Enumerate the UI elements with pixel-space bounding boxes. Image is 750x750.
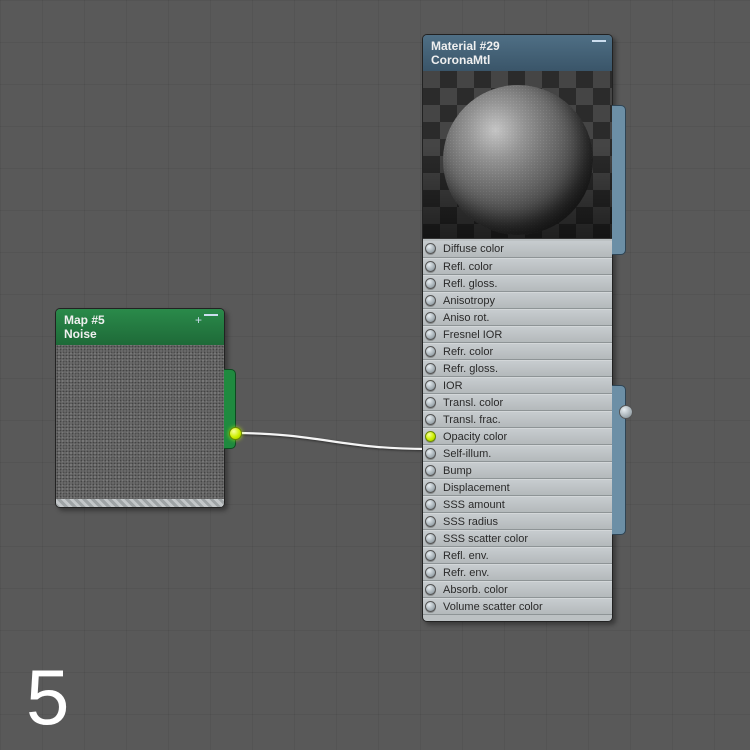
slot-label: Self-illum.	[443, 448, 491, 460]
material-slot[interactable]: Fresnel IOR	[423, 326, 612, 343]
input-socket[interactable]	[425, 499, 436, 510]
material-preview[interactable]	[423, 71, 612, 239]
input-socket[interactable]	[425, 329, 436, 340]
map-preview[interactable]	[56, 345, 224, 499]
slot-label: Aniso rot.	[443, 312, 489, 324]
input-socket[interactable]	[425, 243, 436, 254]
node-grip[interactable]	[56, 499, 224, 507]
material-slot[interactable]: Refl. color	[423, 258, 612, 275]
material-slot[interactable]: Diffuse color	[423, 241, 612, 258]
input-socket[interactable]	[425, 448, 436, 459]
material-output-socket[interactable]	[619, 405, 633, 419]
input-socket[interactable]	[425, 482, 436, 493]
slot-label: Volume scatter color	[443, 601, 543, 613]
input-socket[interactable]	[425, 278, 436, 289]
input-socket[interactable]	[425, 397, 436, 408]
material-slot[interactable]: Refr. color	[423, 343, 612, 360]
input-socket[interactable]	[425, 295, 436, 306]
material-node[interactable]: Material #29 CoronaMtl Diffuse color Refl…	[422, 34, 613, 622]
slot-label: SSS scatter color	[443, 533, 528, 545]
material-slot[interactable]: Opacity color	[423, 428, 612, 445]
slot-label: Refr. gloss.	[443, 363, 498, 375]
material-slot[interactable]: Refl. gloss.	[423, 275, 612, 292]
material-node-type: CoronaMtl	[431, 53, 604, 67]
material-slot[interactable]: Volume scatter color	[423, 598, 612, 615]
input-socket[interactable]	[425, 567, 436, 578]
material-slot[interactable]: Refr. env.	[423, 564, 612, 581]
input-socket[interactable]	[425, 380, 436, 391]
slot-label: Absorb. color	[443, 584, 508, 596]
material-slot[interactable]: Transl. color	[423, 394, 612, 411]
material-node-body: Diffuse color Refl. color Refl. gloss. Anis…	[423, 71, 612, 621]
material-slot[interactable]: Anisotropy	[423, 292, 612, 309]
material-slot[interactable]: SSS scatter color	[423, 530, 612, 547]
input-socket[interactable]	[425, 516, 436, 527]
noise-texture	[56, 345, 224, 499]
map-node[interactable]: + Map #5 Noise	[55, 308, 225, 508]
slot-label: Anisotropy	[443, 295, 495, 307]
material-slot[interactable]: Displacement	[423, 479, 612, 496]
material-slot[interactable]: Transl. frac.	[423, 411, 612, 428]
material-slot[interactable]: Aniso rot.	[423, 309, 612, 326]
slot-label: IOR	[443, 380, 463, 392]
slot-label: Transl. frac.	[443, 414, 501, 426]
map-node-header[interactable]: + Map #5 Noise	[56, 309, 224, 345]
input-socket[interactable]	[425, 550, 436, 561]
map-output-socket[interactable]	[229, 427, 242, 440]
input-socket[interactable]	[425, 261, 436, 272]
slot-label: Opacity color	[443, 431, 507, 443]
input-socket[interactable]	[425, 346, 436, 357]
material-side-tab[interactable]	[612, 105, 626, 255]
material-slot[interactable]: Self-illum.	[423, 445, 612, 462]
preview-sphere	[443, 85, 593, 235]
input-socket[interactable]	[425, 431, 436, 442]
slot-label: SSS radius	[443, 516, 498, 528]
collapse-icon[interactable]	[204, 314, 218, 317]
input-socket[interactable]	[425, 312, 436, 323]
material-slot[interactable]: IOR	[423, 377, 612, 394]
slot-label: Displacement	[443, 482, 510, 494]
slot-label: Bump	[443, 465, 472, 477]
input-socket[interactable]	[425, 363, 436, 374]
input-socket[interactable]	[425, 533, 436, 544]
input-socket[interactable]	[425, 465, 436, 476]
input-socket[interactable]	[425, 584, 436, 595]
slot-label: Refr. color	[443, 346, 493, 358]
material-node-title: Material #29	[431, 39, 604, 53]
map-node-type: Noise	[64, 327, 216, 341]
material-slot-list: Diffuse color Refl. color Refl. gloss. Anis…	[423, 239, 612, 621]
slot-label: Refl. gloss.	[443, 278, 497, 290]
input-socket[interactable]	[425, 414, 436, 425]
material-slot[interactable]: Refl. env.	[423, 547, 612, 564]
slot-label: Transl. color	[443, 397, 503, 409]
slot-label: Refr. env.	[443, 567, 489, 579]
material-slot[interactable]: Bump	[423, 462, 612, 479]
material-slot[interactable]: SSS radius	[423, 513, 612, 530]
slot-label: Refl. env.	[443, 550, 489, 562]
material-slot[interactable]: SSS amount	[423, 496, 612, 513]
material-slot[interactable]: Refr. gloss.	[423, 360, 612, 377]
slot-label: SSS amount	[443, 499, 505, 511]
slot-label: Fresnel IOR	[443, 329, 502, 341]
input-socket[interactable]	[425, 601, 436, 612]
collapse-icon[interactable]	[592, 40, 606, 43]
map-node-title: Map #5	[64, 313, 216, 327]
slot-label: Diffuse color	[443, 243, 504, 255]
map-node-body	[56, 345, 224, 507]
page-number: 5	[26, 658, 69, 736]
expand-icon[interactable]: +	[195, 314, 202, 326]
material-slot[interactable]: Absorb. color	[423, 581, 612, 598]
slot-label: Refl. color	[443, 261, 493, 273]
material-node-header[interactable]: Material #29 CoronaMtl	[423, 35, 612, 71]
